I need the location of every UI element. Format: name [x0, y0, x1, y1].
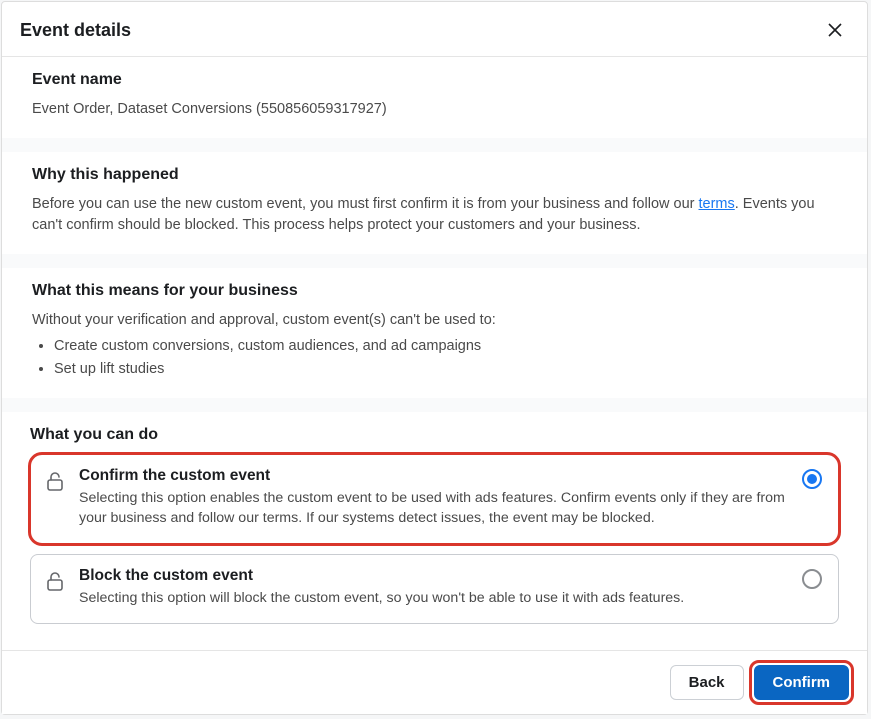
- option-block-event[interactable]: Block the custom event Selecting this op…: [30, 554, 839, 624]
- action-section: What you can do Confirm the custom event…: [2, 412, 867, 650]
- means-section: What this means for your business Withou…: [2, 268, 867, 398]
- means-bullet-0: Create custom conversions, custom audien…: [54, 335, 837, 357]
- event-name-heading: Event name: [32, 71, 837, 89]
- modal-body: Event name Event Order, Dataset Conversi…: [2, 57, 867, 650]
- why-heading: Why this happened: [32, 166, 837, 184]
- option-confirm-event[interactable]: Confirm the custom event Selecting this …: [30, 454, 839, 544]
- means-heading: What this means for your business: [32, 282, 837, 300]
- confirm-button[interactable]: Confirm: [754, 665, 850, 700]
- option-confirm-title: Confirm the custom event: [79, 467, 790, 485]
- option-block-desc: Selecting this option will block the cus…: [79, 589, 790, 609]
- why-text: Before you can use the new custom event,…: [32, 194, 837, 236]
- modal-footer: Back Confirm: [2, 650, 867, 714]
- means-bullet-1: Set up lift studies: [54, 358, 837, 380]
- back-button[interactable]: Back: [670, 665, 744, 700]
- event-name-value: Event Order, Dataset Conversions (550856…: [32, 99, 837, 120]
- action-heading: What you can do: [30, 426, 839, 444]
- option-block-title: Block the custom event: [79, 567, 790, 585]
- lock-open-icon: [43, 469, 67, 493]
- terms-link[interactable]: terms: [699, 196, 735, 212]
- close-button[interactable]: [821, 16, 849, 44]
- option-block-content: Block the custom event Selecting this op…: [79, 567, 790, 609]
- radio-block[interactable]: [802, 569, 822, 589]
- why-text-before: Before you can use the new custom event,…: [32, 196, 699, 212]
- radio-confirm[interactable]: [802, 469, 822, 489]
- option-confirm-content: Confirm the custom event Selecting this …: [79, 467, 790, 529]
- modal-title: Event details: [20, 20, 131, 41]
- modal-header: Event details: [2, 2, 867, 57]
- means-intro: Without your verification and approval, …: [32, 310, 837, 331]
- close-icon: [827, 22, 843, 38]
- lock-icon: [43, 569, 67, 593]
- option-confirm-desc: Selecting this option enables the custom…: [79, 489, 790, 529]
- event-details-modal: Event details Event name Event Order, Da…: [1, 1, 868, 715]
- means-bullets: Create custom conversions, custom audien…: [32, 335, 837, 380]
- event-name-section: Event name Event Order, Dataset Conversi…: [2, 57, 867, 138]
- why-happened-section: Why this happened Before you can use the…: [2, 152, 867, 254]
